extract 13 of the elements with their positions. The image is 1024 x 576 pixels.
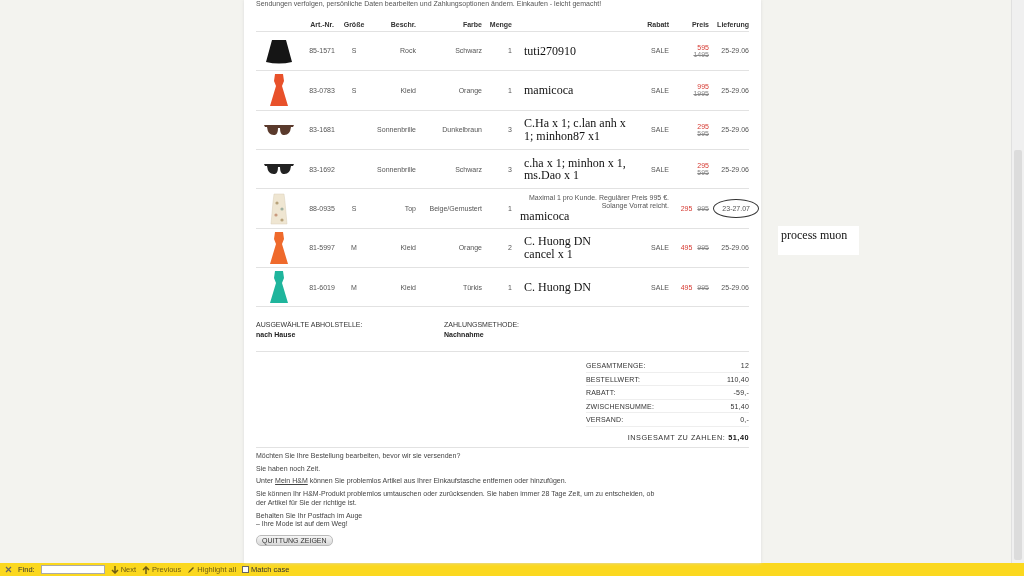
handwritten-note: process muon bbox=[778, 226, 859, 255]
handwritten-note: mamicoca bbox=[524, 84, 574, 97]
close-icon[interactable] bbox=[5, 566, 12, 573]
checkbox[interactable] bbox=[242, 566, 250, 573]
down-arrow-icon bbox=[110, 565, 119, 574]
scrollbar[interactable] bbox=[1011, 0, 1024, 563]
handwritten-note: C. Huong DN cancel x 1 bbox=[524, 235, 591, 261]
handwritten-note: mamicoca bbox=[520, 210, 570, 223]
find-input[interactable] bbox=[40, 565, 105, 574]
up-arrow-icon bbox=[142, 565, 151, 574]
handwritten-note: tuti270910 bbox=[524, 44, 576, 58]
handwritten-note: C. Huong DN bbox=[524, 281, 591, 294]
pencil-icon bbox=[187, 565, 196, 574]
